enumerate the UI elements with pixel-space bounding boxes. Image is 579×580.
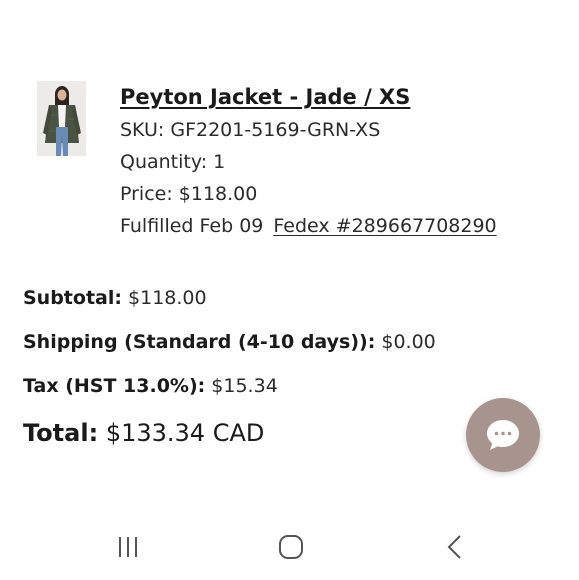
subtotal-row: Subtotal: $118.00 bbox=[23, 284, 453, 328]
product-title-link[interactable]: Peyton Jacket - Jade / XS bbox=[120, 82, 560, 114]
product-price: Price: $118.00 bbox=[120, 183, 258, 205]
shipping-label: Shipping (Standard (4-10 days)): bbox=[23, 331, 376, 353]
tracking-link[interactable]: Fedex #289667708290 bbox=[273, 215, 496, 237]
tax-value: $15.34 bbox=[211, 375, 278, 397]
subtotal-label: Subtotal: bbox=[23, 287, 122, 309]
back-icon bbox=[447, 535, 461, 559]
shipping-row: Shipping (Standard (4-10 days)): $0.00 bbox=[23, 328, 453, 372]
order-item-details: Peyton Jacket - Jade / XS SKU: GF2201-51… bbox=[120, 82, 560, 242]
recents-icon bbox=[119, 537, 137, 557]
product-photo-icon bbox=[37, 81, 86, 156]
system-navigation-bar bbox=[0, 520, 579, 580]
fulfilled-date: Fulfilled Feb 09 bbox=[120, 215, 264, 237]
shipping-value: $0.00 bbox=[381, 331, 436, 353]
fulfillment-line: Fulfilled Feb 09 Fedex #289667708290 bbox=[120, 210, 560, 242]
chat-bubble-icon bbox=[487, 420, 519, 450]
tax-label: Tax (HST 13.0%): bbox=[23, 375, 206, 397]
order-totals: Subtotal: $118.00 Shipping (Standard (4-… bbox=[23, 284, 453, 456]
home-icon bbox=[279, 535, 303, 559]
total-value: $133.34 CAD bbox=[105, 419, 265, 447]
total-label: Total: bbox=[23, 419, 99, 447]
total-row: Total: $133.34 CAD bbox=[23, 416, 453, 456]
back-button[interactable] bbox=[425, 520, 485, 580]
recents-button[interactable] bbox=[98, 520, 158, 580]
tax-row: Tax (HST 13.0%): $15.34 bbox=[23, 372, 453, 416]
chat-button[interactable] bbox=[466, 398, 540, 472]
product-quantity: Quantity: 1 bbox=[120, 151, 226, 173]
product-sku: SKU: GF2201-5169-GRN-XS bbox=[120, 119, 381, 141]
home-button[interactable] bbox=[260, 520, 320, 580]
subtotal-value: $118.00 bbox=[128, 287, 207, 309]
product-thumbnail[interactable] bbox=[37, 81, 86, 156]
